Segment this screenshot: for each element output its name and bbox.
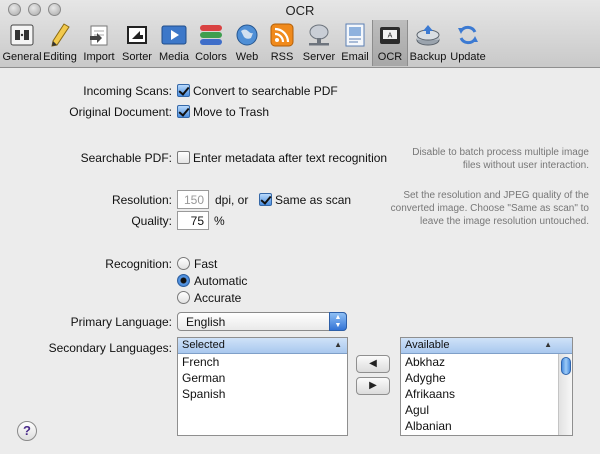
- popup-arrows-icon: ▲ ▼: [329, 312, 347, 331]
- incoming-scans-label: Incoming Scans:: [83, 84, 172, 98]
- primary-language-value: English: [186, 315, 226, 329]
- tab-general[interactable]: General: [2, 20, 42, 66]
- tab-update[interactable]: Update: [448, 20, 488, 66]
- convert-to-pdf-checkbox[interactable]: [177, 84, 190, 97]
- sort-ascending-icon: ▲: [334, 340, 342, 349]
- tab-backup-label: Backup: [409, 51, 447, 63]
- resolution-unit: dpi, or: [215, 193, 249, 207]
- rss-icon: [268, 21, 296, 49]
- tab-email[interactable]: Email: [338, 20, 372, 66]
- recognition-fast-label[interactable]: Fast: [194, 257, 217, 271]
- list-item[interactable]: German: [178, 370, 347, 386]
- move-to-trash-checkbox[interactable]: [177, 105, 190, 118]
- recognition-fast-radio[interactable]: [177, 257, 190, 270]
- window-title: OCR: [285, 3, 315, 18]
- tab-import-label: Import: [83, 51, 115, 63]
- sorter-icon: [123, 21, 151, 49]
- backup-icon: [414, 21, 442, 49]
- tab-rss[interactable]: RSS: [264, 20, 300, 66]
- update-icon: [454, 21, 482, 49]
- resolution-field[interactable]: 150: [177, 190, 209, 209]
- primary-language-label: Primary Language:: [70, 315, 172, 329]
- tab-editing-label: Editing: [43, 51, 77, 63]
- tab-rss-label: RSS: [270, 51, 294, 63]
- tab-web-label: Web: [235, 51, 259, 63]
- pencil-icon: [46, 21, 74, 49]
- batch-process-hint: Disable to batch process multiple image …: [412, 147, 589, 171]
- same-as-scan-checkbox[interactable]: [259, 193, 272, 206]
- enter-metadata-label[interactable]: Enter metadata after text recognition: [193, 151, 387, 165]
- searchable-pdf-label: Searchable PDF:: [80, 151, 172, 165]
- server-icon: [305, 21, 333, 49]
- toolbar: OCR General Editing Import Sorter Media …: [0, 0, 600, 68]
- tab-editing[interactable]: Editing: [40, 20, 80, 66]
- tab-update-label: Update: [450, 51, 486, 63]
- tab-ocr-label: OCR: [377, 51, 403, 63]
- quality-unit: %: [214, 214, 225, 228]
- tab-import[interactable]: Import: [80, 20, 118, 66]
- tab-ocr[interactable]: A OCR: [372, 20, 408, 66]
- original-document-label: Original Document:: [69, 105, 172, 119]
- available-languages-list[interactable]: Available ▲ Abkhaz Adyghe Afrikaans Agul…: [400, 337, 573, 436]
- tab-web[interactable]: Web: [230, 20, 264, 66]
- vertical-scrollbar[interactable]: [558, 354, 572, 435]
- svg-text:A: A: [388, 33, 393, 40]
- available-header-label: Available: [405, 339, 450, 351]
- list-item[interactable]: Spanish: [178, 386, 347, 402]
- scanner-icon: A: [376, 21, 404, 49]
- recognition-automatic-label[interactable]: Automatic: [194, 274, 247, 288]
- secondary-languages-label: Secondary Languages:: [48, 341, 172, 355]
- help-button[interactable]: ?: [17, 421, 37, 441]
- tab-email-label: Email: [341, 51, 369, 63]
- tab-sorter-label: Sorter: [122, 51, 152, 63]
- list-item[interactable]: French: [178, 354, 347, 370]
- resolution-hint: Set the resolution and JPEG quality of t…: [390, 190, 589, 227]
- tab-media[interactable]: Media: [156, 20, 192, 66]
- scrollbar-thumb[interactable]: [561, 357, 571, 375]
- selected-column-header[interactable]: Selected ▲: [178, 338, 347, 354]
- tab-backup[interactable]: Backup: [408, 20, 448, 66]
- tab-general-label: General: [2, 51, 42, 63]
- recognition-label: Recognition:: [105, 257, 172, 271]
- enter-metadata-checkbox[interactable]: [177, 151, 190, 164]
- preference-tabs: General Editing Import Sorter Media Colo…: [2, 20, 488, 66]
- list-item[interactable]: Albanian: [401, 418, 572, 434]
- tab-server[interactable]: Server: [300, 20, 338, 66]
- ocr-preferences-pane: Incoming Scans: Convert to searchable PD…: [0, 69, 600, 454]
- general-icon: [8, 21, 36, 49]
- move-left-button[interactable]: ◀: [356, 355, 390, 373]
- list-item[interactable]: Abkhaz: [401, 354, 572, 370]
- selected-header-label: Selected: [182, 339, 225, 351]
- list-item[interactable]: Afrikaans: [401, 386, 572, 402]
- available-column-header[interactable]: Available ▲: [401, 338, 572, 354]
- recognition-accurate-radio[interactable]: [177, 291, 190, 304]
- colors-icon: [197, 21, 225, 49]
- list-item[interactable]: Adyghe: [401, 370, 572, 386]
- list-item[interactable]: Agul: [401, 402, 572, 418]
- preferences-window: OCR General Editing Import Sorter Media …: [0, 0, 600, 454]
- media-icon: [160, 21, 188, 49]
- move-right-button[interactable]: ▶: [356, 377, 390, 395]
- recognition-accurate-label[interactable]: Accurate: [194, 291, 241, 305]
- primary-language-popup[interactable]: English ▲ ▼: [177, 312, 347, 331]
- globe-icon: [233, 21, 261, 49]
- tab-sorter[interactable]: Sorter: [118, 20, 156, 66]
- tab-media-label: Media: [159, 51, 189, 63]
- tab-colors-label: Colors: [195, 51, 227, 63]
- sort-ascending-icon: ▲: [544, 340, 552, 349]
- title-bar: OCR: [0, 0, 600, 20]
- resolution-label: Resolution:: [111, 193, 172, 207]
- email-icon: [341, 21, 369, 49]
- recognition-automatic-radio[interactable]: [177, 274, 190, 287]
- quality-field[interactable]: 75: [177, 211, 209, 230]
- selected-languages-list[interactable]: Selected ▲ French German Spanish: [177, 337, 348, 436]
- same-as-scan-label[interactable]: Same as scan: [275, 193, 351, 207]
- tab-server-label: Server: [302, 51, 336, 63]
- convert-to-pdf-label[interactable]: Convert to searchable PDF: [193, 84, 338, 98]
- import-icon: [85, 21, 113, 49]
- quality-label: Quality:: [131, 214, 172, 228]
- move-to-trash-label[interactable]: Move to Trash: [193, 105, 269, 119]
- tab-colors[interactable]: Colors: [192, 20, 230, 66]
